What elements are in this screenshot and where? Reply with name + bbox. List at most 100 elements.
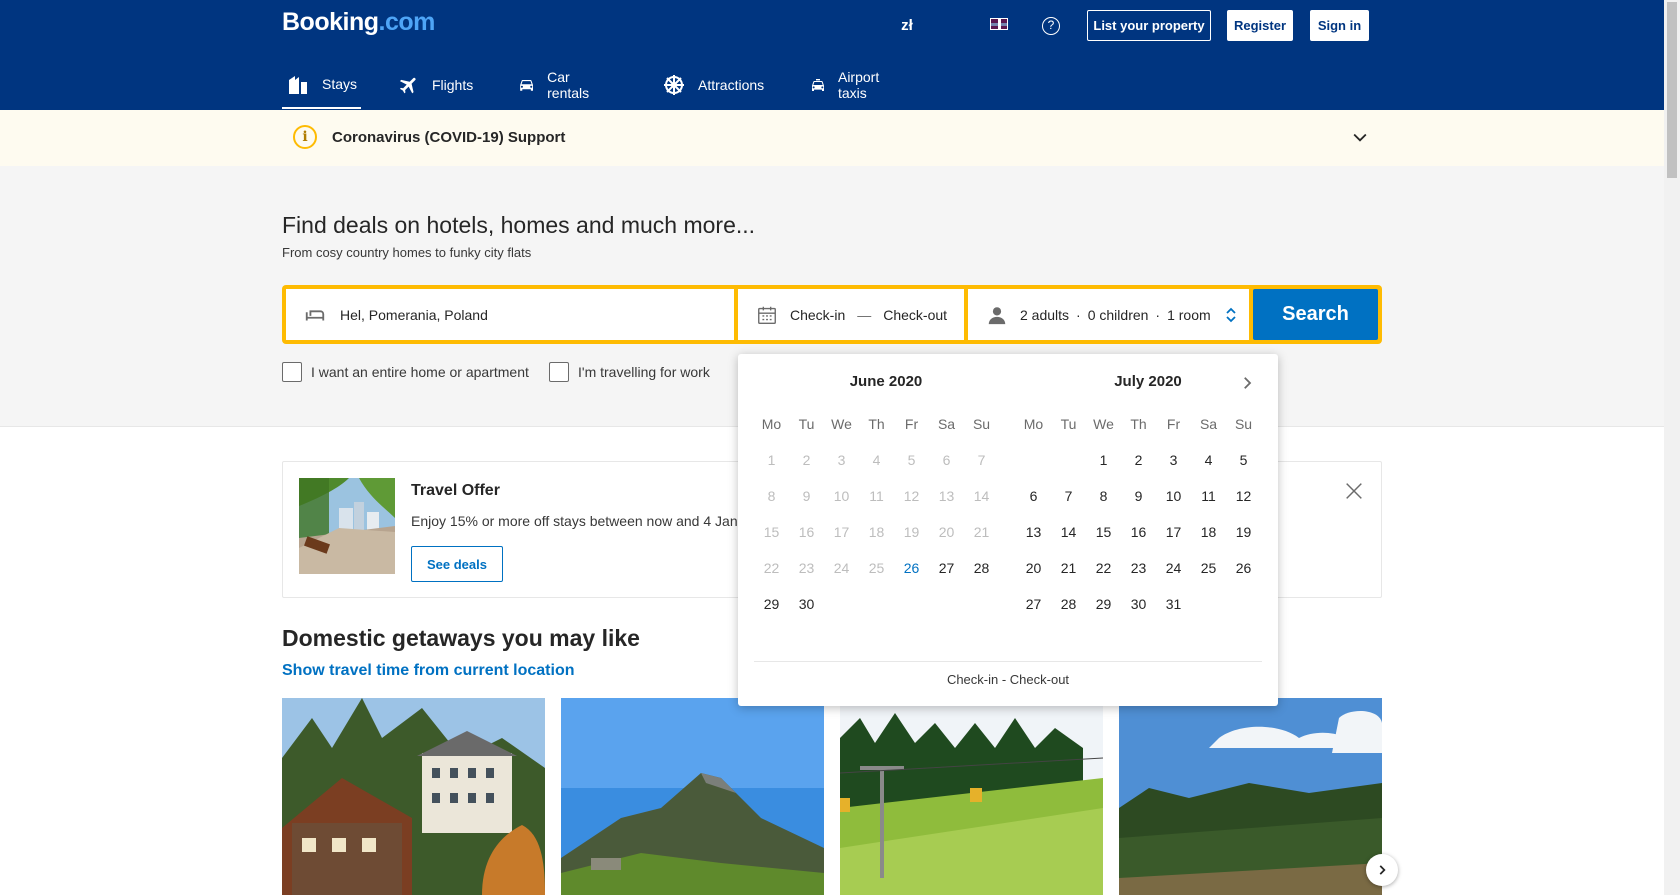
calendar-day[interactable]: 19 [1226,514,1261,550]
calendar-day: 9 [802,488,811,504]
entire-home-checkbox[interactable]: I want an entire home or apartment [282,362,529,382]
calendar-day[interactable]: 27 [929,550,964,586]
destination-input[interactable]: Hel, Pomerania, Poland [286,289,734,340]
close-icon[interactable] [1343,480,1365,502]
calendar-day[interactable]: 23 [1121,550,1156,586]
calendar-day[interactable]: 17 [1156,514,1191,550]
scrollbar-thumb[interactable] [1667,2,1677,178]
calendar-day: 13 [938,488,955,504]
calendar-day[interactable]: 22 [1086,550,1121,586]
calendar-day: 6 [942,452,951,468]
calendar-day: 19 [903,524,920,540]
chevron-right-icon [1379,865,1386,875]
destination-card[interactable] [282,698,545,895]
calendar-day[interactable]: 25 [1191,550,1226,586]
calendar-day[interactable]: 2 [1121,442,1156,478]
checkbox-box[interactable] [282,362,302,382]
calendar-day[interactable]: 29 [1086,586,1121,622]
booking-logo[interactable]: Booking.com [282,8,435,37]
nav-item-flights[interactable]: Flights [398,60,473,109]
travel-time-link[interactable]: Show travel time from current location [282,662,575,680]
hero-title: Find deals on hotels, homes and much mor… [282,212,756,238]
calendar-day[interactable]: 21 [1051,550,1086,586]
calendar-day[interactable]: 4 [1191,442,1226,478]
register-button[interactable]: Register [1227,10,1293,41]
sign-in-button[interactable]: Sign in [1310,10,1369,41]
offer-image [299,478,395,574]
month-title-june: June 2020 [849,373,923,390]
calendar-day[interactable]: 6 [1016,478,1051,514]
weekday-label: Mo [1023,416,1044,432]
nav-item-car-rentals[interactable]: Car rentals [518,60,596,109]
destination-card[interactable] [1119,698,1382,895]
calendar-day[interactable]: 27 [1016,586,1051,622]
chevron-right-icon[interactable] [1238,374,1256,392]
calendar-day: 21 [973,524,990,540]
search-button[interactable]: Search [1253,289,1378,340]
calendar-day: 25 [868,560,885,576]
calendar-day[interactable]: 30 [789,586,824,622]
search-bar: Hel, Pomerania, Poland Check-in — Check-… [282,285,1382,344]
calendar-day: 15 [763,524,780,540]
checkbox-box[interactable] [549,362,569,382]
currency-selector[interactable]: zł [895,16,919,36]
calendar-day[interactable]: 24 [1156,550,1191,586]
guests-selector[interactable]: 2 adults · 0 children · 1 room [968,289,1249,340]
help-icon[interactable]: ? [1042,17,1060,35]
calendar-day[interactable]: 7 [1051,478,1086,514]
calendar-day[interactable]: 29 [754,586,789,622]
calendar-day: 18 [868,524,885,540]
calendar-day: 10 [833,488,850,504]
bed-icon [288,75,307,94]
calendar-day[interactable]: 30 [1121,586,1156,622]
calendar-day[interactable]: 26 [894,550,929,586]
calendar-day: 2 [802,452,811,468]
weekday-label: Tu [798,416,815,432]
language-flag-icon[interactable] [990,18,1008,30]
calendar-day[interactable]: 28 [1051,586,1086,622]
destination-card[interactable] [840,698,1103,895]
calendar-day[interactable]: 16 [1121,514,1156,550]
weekday-label: We [1093,416,1114,432]
carousel-next-button[interactable] [1366,854,1398,886]
weekday-label: Th [1130,416,1147,432]
check-out-label: Check-out [883,306,948,323]
calendar-day: 5 [907,452,916,468]
car-icon [520,79,533,91]
info-icon: i [293,125,317,149]
calendar-day[interactable]: 15 [1086,514,1121,550]
calendar-icon [758,306,776,324]
calendar-day[interactable]: 9 [1121,478,1156,514]
date-picker-field[interactable]: Check-in — Check-out [738,289,964,340]
nav-item-airport-taxis[interactable]: Airport taxis [810,60,887,109]
calendar-day[interactable]: 18 [1191,514,1226,550]
up-down-arrows-icon [1226,307,1236,322]
calendar-day[interactable]: 3 [1156,442,1191,478]
chevron-down-icon[interactable] [1350,127,1370,147]
calendar-day[interactable]: 8 [1086,478,1121,514]
calendar-day: 11 [869,488,884,504]
calendar-day[interactable]: 20 [1016,550,1051,586]
calendar-day[interactable]: 31 [1156,586,1191,622]
see-deals-button[interactable]: See deals [411,546,503,582]
work-travel-checkbox[interactable]: I'm travelling for work [549,362,710,382]
calendar-day[interactable]: 14 [1051,514,1086,550]
nav-item-attractions[interactable]: Attractions [662,60,764,109]
list-property-button[interactable]: List your property [1087,10,1211,41]
calendar-day[interactable]: 5 [1226,442,1261,478]
calendar-day[interactable]: 1 [1086,442,1121,478]
nav-item-stays[interactable]: Stays [282,60,361,109]
calendar-day[interactable]: 28 [964,550,999,586]
calendar-day: 22 [763,560,780,576]
month-grid-june: Mo Tu We Th Fr Sa Su 1 2 3 4 5 6 7 8 9 10 11 12 13 14 15 16 17 1… [754,406,999,622]
page-scrollbar[interactable] [1664,0,1680,895]
covid-banner[interactable]: i Coronavirus (COVID-19) Support [0,110,1664,166]
destination-card[interactable] [561,698,824,895]
calendar-day[interactable]: 12 [1226,478,1261,514]
offer-description: Enjoy 15% or more off stays between now … [411,513,746,529]
calendar-day[interactable]: 13 [1016,514,1051,550]
calendar-day[interactable]: 11 [1191,478,1226,514]
calendar-day[interactable]: 26 [1226,550,1261,586]
calendar-day[interactable]: 10 [1156,478,1191,514]
calendar-day: 23 [798,560,815,576]
